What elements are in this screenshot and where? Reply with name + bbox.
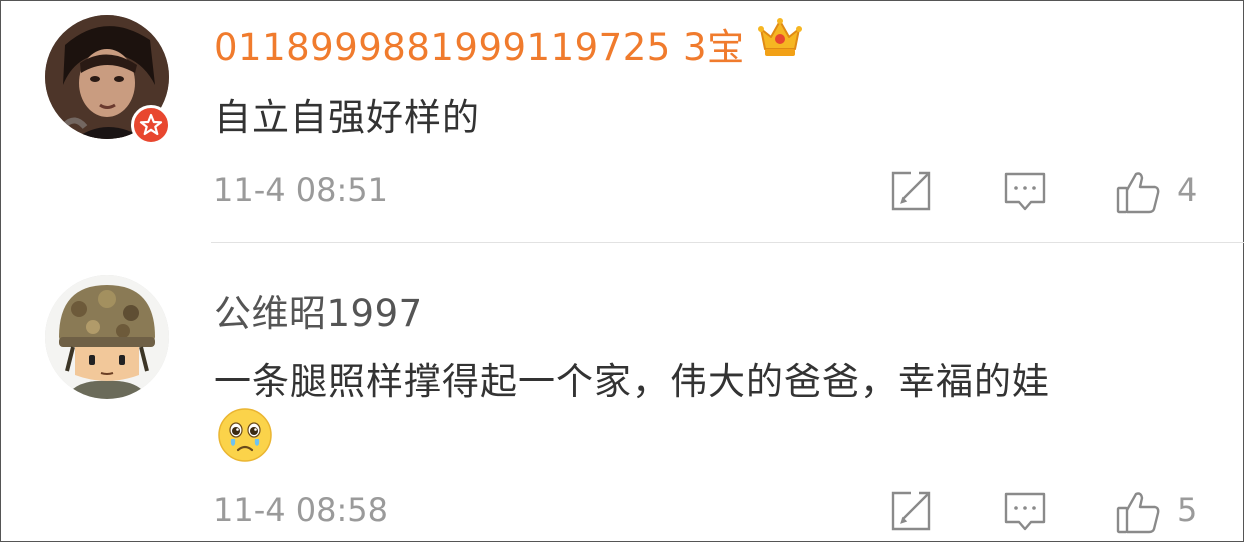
comment-text: 一条腿照样撑得起一个家，伟大的爸爸，幸福的娃 (214, 360, 1050, 403)
comment-username[interactable]: 0118999881999119725 3宝 (214, 17, 745, 71)
comment-timestamp: 11-4 08:51 (213, 171, 389, 209)
comment-text: 自立自强好样的 (214, 96, 480, 139)
reply-icon[interactable] (1003, 489, 1047, 533)
like-count: 4 (1177, 171, 1198, 209)
comment-username[interactable]: 公维昭1997 (214, 283, 423, 337)
like-icon[interactable] (1115, 489, 1160, 534)
comment-item: 公维昭1997 一条腿照样撑得起一个家，伟大的爸爸，幸福的娃 11-4 08:5… (1, 243, 1244, 543)
user-avatar[interactable] (45, 275, 169, 399)
teary-face-emoji (217, 407, 273, 463)
crown-icon (757, 15, 803, 61)
edit-icon[interactable] (889, 489, 933, 533)
comment-timestamp: 11-4 08:58 (213, 491, 389, 529)
edit-icon[interactable] (889, 169, 933, 213)
comment-item: 0118999881999119725 3宝 自立自强好样的 11-4 08:5… (1, 1, 1244, 243)
like-icon[interactable] (1115, 169, 1160, 214)
reply-icon[interactable] (1003, 169, 1047, 213)
like-count: 5 (1177, 491, 1198, 529)
comment-list: 0118999881999119725 3宝 自立自强好样的 11-4 08:5… (0, 0, 1244, 542)
verified-star-badge (131, 105, 171, 145)
